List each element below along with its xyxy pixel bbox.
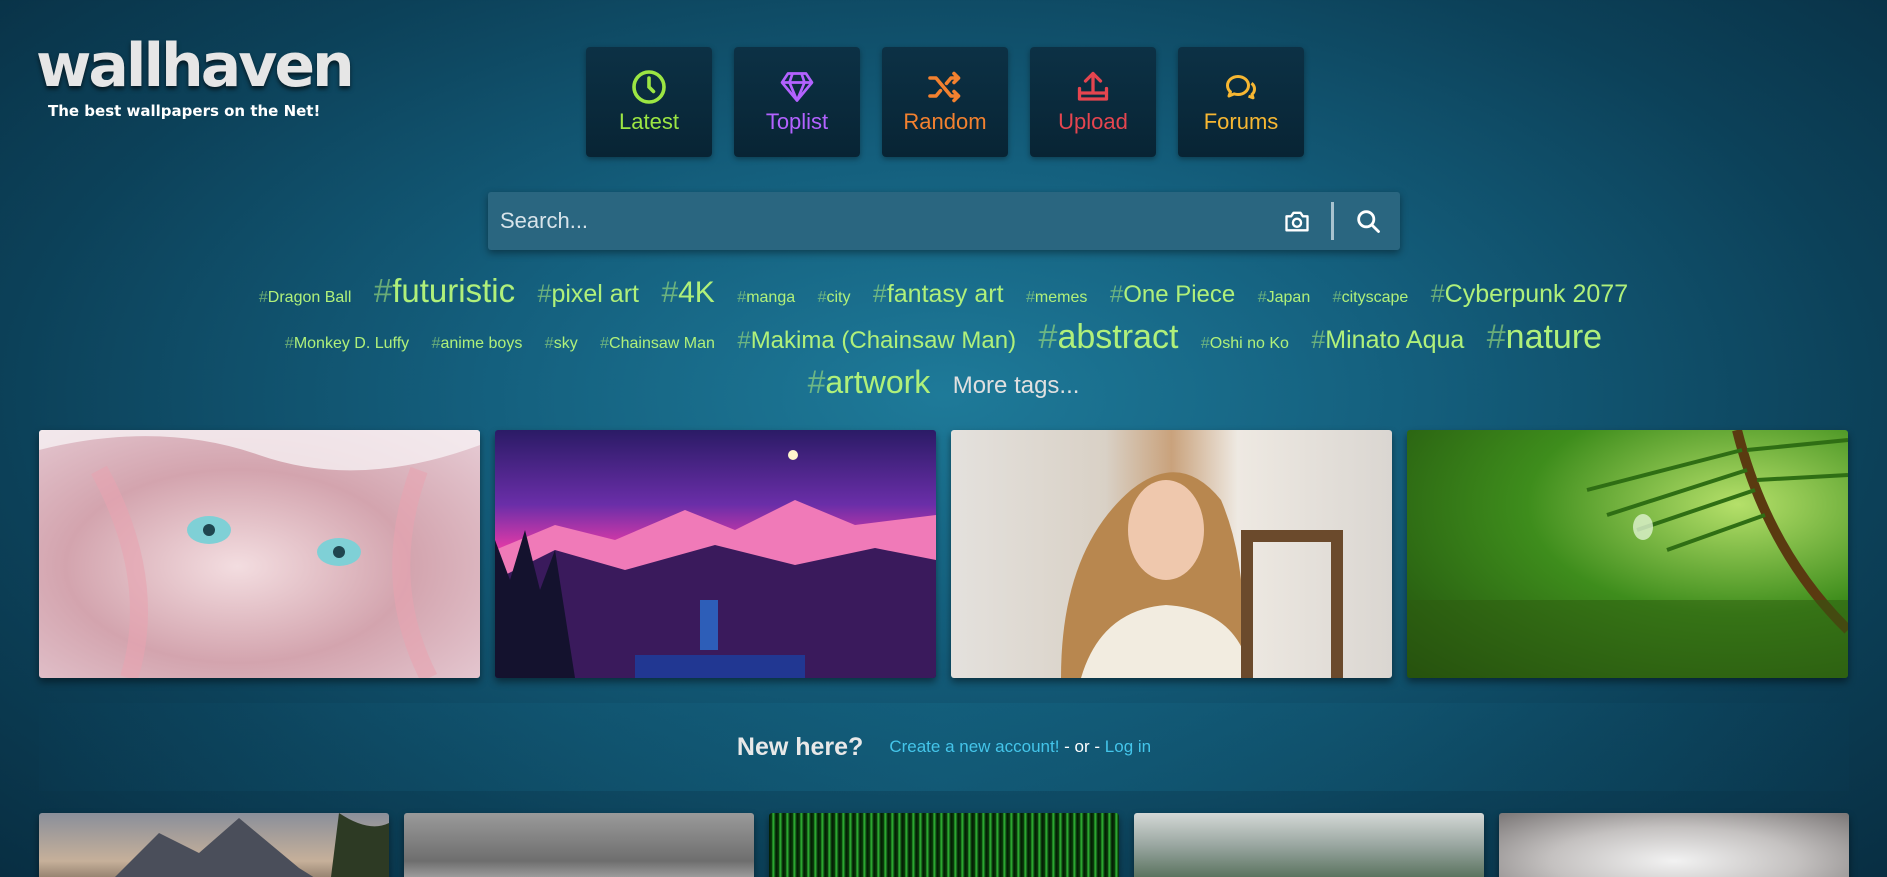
mountains-thumbnail-art	[495, 450, 936, 678]
wallpaper-thumbnail[interactable]	[39, 430, 480, 678]
nav-toplist-button[interactable]: Toplist	[734, 47, 860, 157]
nav-upload-button[interactable]: Upload	[1030, 47, 1156, 157]
new-here-heading: New here?	[736, 732, 864, 761]
new-here-banner: New here? Create a new account! - or - L…	[39, 703, 1849, 791]
wallpaper-thumbnail[interactable]	[39, 813, 389, 877]
search-icon	[1357, 210, 1380, 233]
camera-search-button[interactable]	[1271, 192, 1323, 250]
tag-link[interactable]: #abstract	[1039, 318, 1179, 357]
or-separator: - or -	[1059, 737, 1105, 756]
wallpaper-thumbnail[interactable]	[951, 430, 1392, 678]
tag-link[interactable]: #futuristic	[374, 272, 515, 310]
logo-tagline: The best wallpapers on the Net!	[48, 102, 321, 120]
anime-girl-thumbnail-art	[39, 430, 480, 678]
featured-thumbnails	[39, 430, 1848, 678]
tag-link[interactable]: #memes	[1026, 289, 1087, 307]
main-nav: Latest Toplist Random Upload Forums	[586, 47, 1304, 157]
logo[interactable]: wallhaven The best wallpapers on the Net…	[36, 31, 355, 120]
wallpaper-thumbnail[interactable]	[1407, 430, 1848, 678]
gem-icon	[780, 72, 814, 102]
camera-icon	[1285, 211, 1309, 232]
tag-link[interactable]: #cityscape	[1333, 289, 1409, 307]
login-link[interactable]: Log in	[1105, 737, 1151, 756]
tag-link[interactable]: #Makima (Chainsaw Man)	[737, 327, 1016, 355]
nav-forums-button[interactable]: Forums	[1178, 47, 1304, 157]
nav-latest-button[interactable]: Latest	[586, 47, 712, 157]
auth-links: Create a new account! - or - Log in	[889, 737, 1151, 757]
peak-thumbnail-art	[115, 813, 389, 877]
tag-link[interactable]: #4K	[661, 276, 714, 310]
nav-toplist-label: Toplist	[765, 109, 829, 134]
tag-link[interactable]: #Dragon Ball	[259, 289, 352, 307]
create-account-link[interactable]: Create a new account!	[889, 737, 1059, 756]
search-separator	[1331, 202, 1334, 240]
pine-thumbnail-art	[1407, 430, 1848, 678]
tag-link[interactable]: #artwork	[808, 364, 931, 401]
tag-link[interactable]: #Minato Aqua	[1311, 326, 1464, 355]
search-bar	[488, 192, 1400, 250]
nav-random-button[interactable]: Random	[882, 47, 1008, 157]
tag-cloud-row-2: #Monkey D. Luffy #anime boys #sky #Chain…	[0, 318, 1887, 357]
tag-link[interactable]: #sky	[545, 335, 578, 353]
logo-title: wallhaven	[36, 31, 355, 101]
more-tags-link[interactable]: More tags...	[953, 372, 1080, 400]
latest-thumbnails	[39, 813, 1849, 877]
nav-forums-label: Forums	[1203, 109, 1279, 134]
wallpaper-thumbnail[interactable]	[1134, 813, 1484, 877]
tag-link[interactable]: #city	[818, 289, 851, 307]
tag-link[interactable]: #Monkey D. Luffy	[285, 335, 409, 353]
wallpaper-thumbnail[interactable]	[495, 430, 936, 678]
tag-link[interactable]: #nature	[1487, 318, 1602, 357]
tag-link[interactable]: #Oshi no Ko	[1201, 335, 1289, 353]
wallpaper-thumbnail[interactable]	[769, 813, 1119, 877]
tag-link[interactable]: #manga	[737, 289, 795, 307]
tag-cloud-row-1: #Dragon Ball #futuristic #pixel art #4K …	[0, 272, 1887, 310]
chat-icon	[1226, 75, 1256, 100]
tag-cloud-row-3: #artwork More tags...	[0, 364, 1887, 401]
tag-link[interactable]: #Cyberpunk 2077	[1431, 280, 1628, 309]
shuffle-icon	[928, 71, 961, 103]
wallpaper-thumbnail[interactable]	[404, 813, 754, 877]
tag-link[interactable]: #fantasy art	[873, 280, 1004, 309]
tag-link[interactable]: #Japan	[1258, 289, 1311, 307]
tag-link[interactable]: #anime boys	[432, 335, 523, 353]
nav-latest-label: Latest	[619, 109, 679, 134]
clock-icon	[632, 70, 666, 104]
portrait-thumbnail-art	[1061, 472, 1343, 678]
upload-icon	[1077, 71, 1109, 101]
wallpaper-thumbnail[interactable]	[1499, 813, 1849, 877]
nav-upload-label: Upload	[1058, 109, 1128, 134]
tag-link[interactable]: #pixel art	[538, 280, 639, 309]
nav-random-label: Random	[903, 109, 987, 134]
tag-link[interactable]: #Chainsaw Man	[600, 335, 715, 353]
search-submit-button[interactable]	[1342, 192, 1394, 250]
search-input[interactable]	[488, 192, 1271, 250]
tag-link[interactable]: #One Piece	[1110, 281, 1235, 309]
